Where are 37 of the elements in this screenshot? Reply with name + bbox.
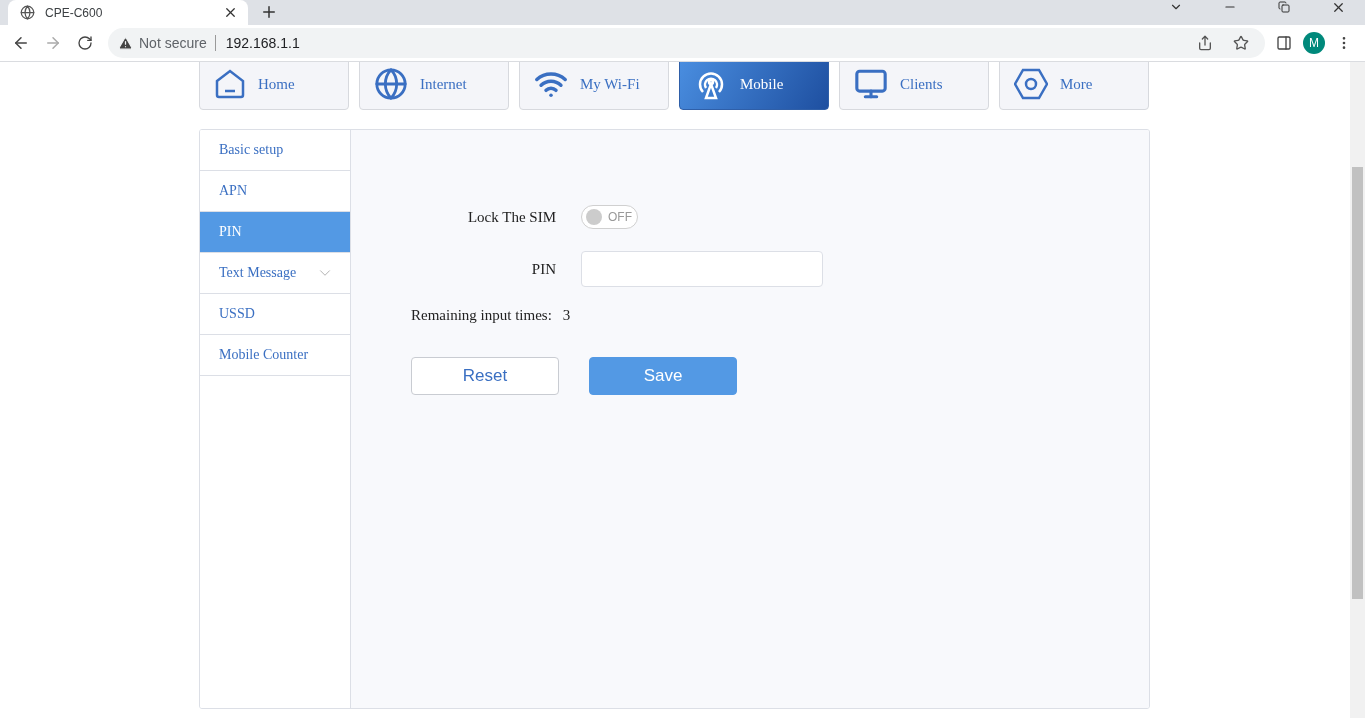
close-icon[interactable]: [223, 5, 238, 20]
globe-icon: [374, 67, 408, 101]
nav-tab[interactable]: My Wi-Fi: [519, 62, 669, 110]
reset-button[interactable]: Reset: [411, 357, 559, 395]
remaining-label: Remaining input times:: [411, 307, 552, 324]
nav-tab[interactable]: Home: [199, 62, 349, 110]
url-text: 192.168.1.1: [225, 35, 300, 51]
nav-tab[interactable]: Clients: [839, 62, 989, 110]
field-label: PIN: [530, 260, 556, 278]
new-tab-icon[interactable]: [260, 3, 278, 21]
save-button[interactable]: Save: [589, 357, 737, 395]
monitor-icon: [854, 67, 888, 101]
security-label: Not secure: [139, 35, 216, 51]
warning-icon: [118, 35, 133, 51]
nav-tab[interactable]: More: [999, 62, 1149, 110]
share-icon[interactable]: [1197, 35, 1213, 51]
house-icon: [214, 68, 246, 100]
sidebar-item[interactable]: PIN: [200, 212, 350, 253]
restore-icon[interactable]: [1278, 1, 1290, 13]
browser-tab[interactable]: CPE-C600: [8, 0, 248, 25]
address-bar[interactable]: Not secure 192.168.1.1: [108, 28, 1265, 58]
star-icon[interactable]: [1233, 35, 1249, 51]
remaining-value: 3: [562, 307, 571, 324]
nav-tab[interactable]: Internet: [359, 62, 509, 110]
scrollbar[interactable]: [1350, 62, 1365, 718]
toggle-switch[interactable]: OFF: [581, 205, 638, 229]
side-panel-icon[interactable]: [1276, 35, 1292, 51]
nav-tab[interactable]: Mobile: [679, 62, 829, 110]
pin-input[interactable]: [581, 251, 823, 287]
sidebar-item[interactable]: Basic setup: [200, 130, 350, 171]
field-label: Lock The SIM: [466, 208, 556, 226]
hexagon-icon: [1014, 67, 1048, 101]
back-icon[interactable]: [12, 34, 30, 52]
tab-title: CPE-C600: [45, 5, 104, 20]
reload-icon[interactable]: [77, 35, 93, 51]
profile-avatar[interactable]: M: [1303, 32, 1325, 54]
globe-icon: [20, 5, 35, 20]
